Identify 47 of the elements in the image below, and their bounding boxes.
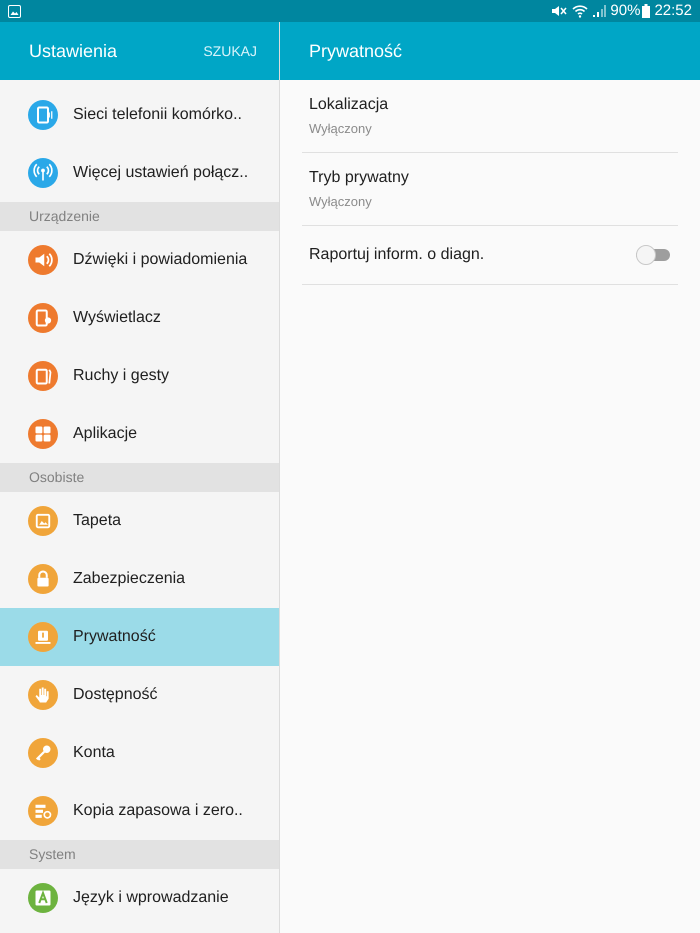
row-title: Tryb prywatny — [309, 168, 410, 188]
battery-percent: 90% — [610, 0, 640, 21]
settings-item[interactable]: Więcej ustawień połącz.. — [0, 144, 279, 202]
settings-item[interactable]: Ruchy i gesty — [0, 347, 279, 405]
row-subtitle: Wyłączony — [309, 120, 373, 138]
item-label: Sieci telefonii komórko.. — [73, 105, 242, 125]
item-label: Kopia zapasowa i zero.. — [73, 801, 243, 821]
mute-icon — [550, 4, 568, 18]
settings-item[interactable]: Kopia zapasowa i zero.. — [0, 782, 279, 840]
clock: 22:52 — [654, 0, 692, 21]
settings-row[interactable]: Tryb prywatny Wyłączony — [302, 153, 678, 226]
section-header: Urządzenie — [0, 202, 279, 231]
item-label: Tapeta — [73, 511, 122, 531]
section-header: Osobiste — [0, 463, 279, 492]
wifi-icon — [572, 4, 588, 18]
settings-row[interactable]: Lokalizacja Wyłączony — [302, 80, 678, 153]
row-title: Raportuj inform. o diagn. — [309, 245, 486, 265]
settings-item[interactable]: Zabezpieczenia — [0, 550, 279, 608]
settings-item[interactable]: Sieci telefonii komórko.. — [0, 86, 279, 144]
settings-item[interactable]: Tapeta — [0, 492, 279, 550]
signal-icon — [592, 4, 606, 18]
settings-item[interactable]: Język i wprowadzanie — [0, 869, 279, 927]
app-title: Ustawienia — [29, 40, 118, 62]
detail-title: Prywatność — [309, 40, 402, 63]
settings-item[interactable]: Aplikacje — [0, 405, 279, 463]
row-title: Lokalizacja — [309, 95, 390, 116]
row-subtitle: Wyłączony — [309, 193, 373, 212]
item-label: Konta — [73, 743, 115, 763]
item-label: Prywatność — [73, 627, 156, 647]
settings-item[interactable]: Dostępność — [0, 666, 279, 724]
item-label: Zabezpieczenia — [73, 569, 186, 589]
toggle-switch[interactable] — [636, 245, 670, 265]
settings-row[interactable]: Raportuj inform. o diagn. — [302, 226, 678, 285]
settings-item[interactable]: Dźwięki i powiadomienia — [0, 231, 279, 289]
item-label: Ruchy i gesty — [73, 366, 170, 386]
item-label: Dostępność — [73, 685, 158, 705]
image-icon — [8, 4, 21, 18]
item-label: Aplikacje — [73, 424, 138, 444]
battery-icon — [642, 4, 650, 18]
settings-item[interactable]: Wyświetlacz — [0, 289, 279, 347]
item-label: Więcej ustawień połącz.. — [73, 163, 248, 183]
item-label: Dźwięki i powiadomienia — [73, 250, 248, 270]
settings-item[interactable]: Prywatność — [0, 608, 279, 666]
item-label: Wyświetlacz — [73, 308, 161, 328]
settings-item[interactable]: Konta — [0, 724, 279, 782]
item-label: Język i wprowadzanie — [73, 888, 229, 908]
section-header: System — [0, 840, 279, 869]
